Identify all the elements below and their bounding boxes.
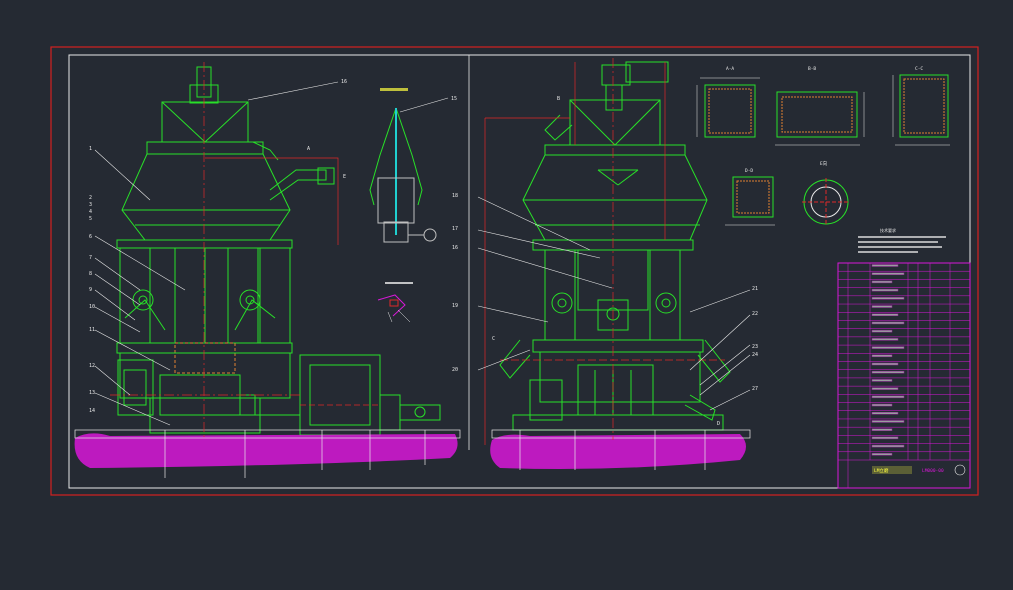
label-15: 15 [451,96,457,102]
right-view-labels: B C D 18 17 16 19 20 21 22 23 24 27 [452,96,758,427]
section-titles: A-A B-B C-C D-D E向 [726,66,923,174]
bom-cell-text [871,280,893,284]
label-6: 6 [89,234,92,240]
tech-notes-title: 技术要求 [880,227,896,233]
bom-cell-text [871,412,899,415]
bom-cell-text [871,436,899,440]
bom-cell-text [871,329,893,333]
bom-cell-text [871,297,905,300]
section-details [704,74,949,226]
label-12: 12 [89,363,95,369]
label-11: 11 [89,327,95,333]
label-2: 2 [89,195,92,201]
bom-cell-text [871,272,905,275]
label-17: 17 [452,226,458,232]
bom-cell-text [871,313,899,316]
section-title-b: B-B [808,66,816,72]
bom-cell-text [871,362,899,366]
section-title-a: A-A [726,66,734,72]
label-7: 7 [89,255,92,261]
label-13: 13 [89,390,95,396]
bom-cell-text [871,395,905,399]
bom-cell-text [871,379,893,382]
label-23: 23 [752,344,758,350]
label-18: 18 [452,193,458,199]
right-leaders [477,196,751,411]
bom-cell-text [871,288,899,292]
bom-cell-text [871,444,905,448]
section-mark-a: A [307,146,310,152]
label-20: 20 [452,367,458,373]
tech-notes: 技术要求 [858,227,946,253]
section-title-c: C-C [915,66,923,72]
bom-cell-text [871,428,893,431]
project-label: LM立磨 [874,467,889,474]
label-14: 14 [89,408,95,414]
section-mark-d: D [717,421,720,427]
label-16b: 16 [452,245,458,251]
label-24: 24 [752,352,758,358]
label-4: 4 [89,209,92,215]
label-5: 5 [89,216,92,222]
bom-cell-text [871,370,905,374]
bom-cell-text [871,420,905,423]
section-mark-b: B [557,96,560,102]
label-8: 8 [89,271,92,277]
label-9: 9 [89,287,92,293]
title-block: LM立磨 LM000-00 [837,262,971,489]
left-foundation [74,429,461,478]
left-leaders [94,81,339,426]
label-19: 19 [452,303,458,309]
bom-cell-text [871,321,905,325]
section-title-d: D-D [745,168,753,174]
right-elevation-view [499,61,731,431]
bom-cell-text [871,346,905,349]
label-3: 3 [89,202,92,208]
right-centerlines [484,58,725,445]
bom-cell-text [871,453,893,456]
section-mark-e: E [343,174,346,180]
bom-cell-text [871,387,899,390]
drawing-number: LM000-00 [922,468,944,474]
bom-cell-text [871,403,893,407]
bom-cell-text [871,264,899,267]
center-detail-title [380,88,408,91]
label-16: 16 [341,79,347,85]
label-21: 21 [752,286,758,292]
cad-drawing-canvas[interactable]: 16 1 2 3 4 5 6 7 8 9 10 11 12 13 14 A E … [0,0,1013,590]
separator-detail [369,107,437,243]
section-mark-c: C [492,336,495,342]
label-22: 22 [752,311,758,317]
bom-cell-text [871,338,899,341]
small-part-detail [377,282,413,323]
label-10: 10 [89,304,95,310]
bom-cell-text [871,354,893,358]
right-foundation [490,429,751,470]
label-27: 27 [752,386,758,392]
label-1: 1 [89,146,92,152]
separator-leader [399,97,449,113]
bom-cell-text [871,305,893,308]
section-title-e: E向 [820,160,828,167]
